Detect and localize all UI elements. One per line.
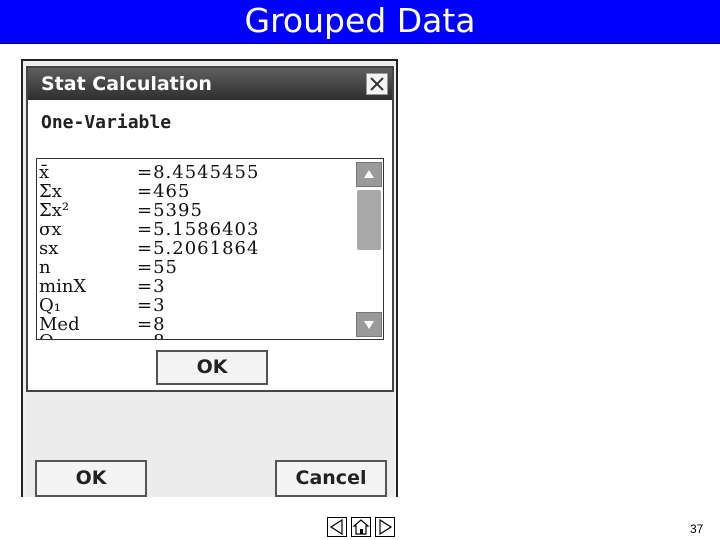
stat-value: =8 xyxy=(137,331,166,339)
scroll-thumb[interactable] xyxy=(357,190,381,250)
forward-button[interactable] xyxy=(375,517,395,537)
scrollbar[interactable] xyxy=(356,162,383,338)
home-icon xyxy=(352,519,370,535)
home-button[interactable] xyxy=(351,517,371,537)
stat-row: σx =5.1586403 xyxy=(37,219,355,240)
stat-label: x̄ xyxy=(39,162,50,183)
stat-label: Σx² xyxy=(39,200,70,221)
title-bar: Grouped Data xyxy=(0,0,720,44)
stat-label: σx xyxy=(39,219,62,240)
stat-label: Q xyxy=(39,331,54,339)
stat-label: Σx xyxy=(39,181,62,202)
stat-label: n xyxy=(39,257,51,278)
stat-row: Q₁ =3 xyxy=(37,295,355,316)
stat-results-list[interactable]: x̄ =8.4545455 Σx =465 Σx² =5395 σx =5.15… xyxy=(36,158,384,340)
stat-row: n =55 xyxy=(37,257,355,278)
stat-value: =8.4545455 xyxy=(137,162,260,183)
stat-value: =5395 xyxy=(137,200,203,221)
stat-row: Σx² =5395 xyxy=(37,200,355,221)
calculator-screen: Stat Calculation One-Variable x̄ =8.4545… xyxy=(21,59,398,497)
close-icon xyxy=(370,77,384,91)
scroll-up-button[interactable] xyxy=(356,162,382,187)
dialog-title: Stat Calculation xyxy=(41,73,212,95)
stat-label: Q₁ xyxy=(39,295,61,316)
triangle-down-icon xyxy=(364,321,374,329)
stat-value: =55 xyxy=(137,257,178,278)
stat-row: x̄ =8.4545455 xyxy=(37,162,355,183)
stat-row: Σx =465 xyxy=(37,181,355,202)
forward-arrow-icon xyxy=(379,518,393,536)
triangle-up-icon xyxy=(364,170,374,178)
back-button[interactable] xyxy=(327,517,347,537)
stat-value: =5.1586403 xyxy=(137,219,260,240)
stat-row: sx =5.2061864 xyxy=(37,238,355,259)
dialog-subtitle: One-Variable xyxy=(41,112,172,133)
cancel-button[interactable]: Cancel xyxy=(275,460,387,497)
slide-title: Grouped Data xyxy=(244,1,476,40)
stat-label: sx xyxy=(39,238,59,259)
stat-value: =465 xyxy=(137,181,191,202)
stat-calculation-dialog: Stat Calculation One-Variable x̄ =8.4545… xyxy=(26,66,394,392)
stat-value: =5.2061864 xyxy=(137,238,260,259)
dialog-header: Stat Calculation xyxy=(28,68,392,100)
close-button[interactable] xyxy=(366,73,388,95)
back-arrow-icon xyxy=(329,518,343,536)
stat-value: =3 xyxy=(137,276,166,297)
dialog-ok-button[interactable]: OK xyxy=(156,350,268,385)
scroll-down-button[interactable] xyxy=(356,312,382,337)
stat-row: Q =8 xyxy=(37,331,355,339)
stat-row: minX =3 xyxy=(37,276,355,297)
page-number: 37 xyxy=(690,522,704,536)
stat-value: =3 xyxy=(137,295,166,316)
stat-label: minX xyxy=(39,276,87,297)
ok-button[interactable]: OK xyxy=(35,460,147,497)
